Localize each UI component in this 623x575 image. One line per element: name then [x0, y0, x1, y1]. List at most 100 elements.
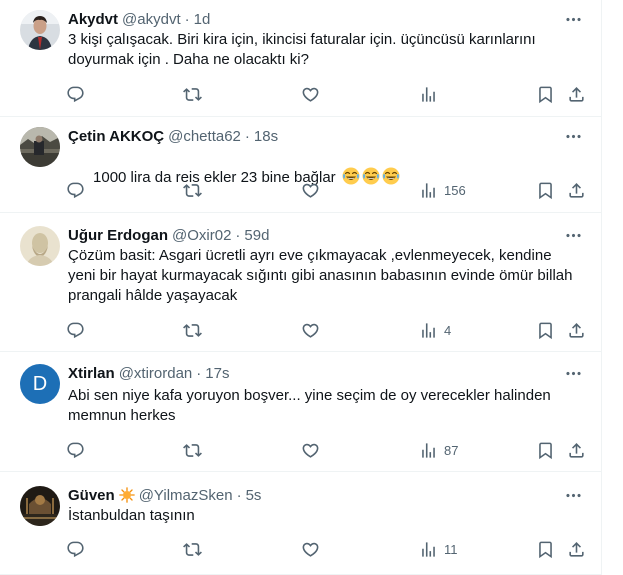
sun-emoji-icon	[119, 487, 135, 503]
tweet-text: Çözüm basit: Asgari ücretli ayrı eve çık…	[68, 247, 573, 304]
author-handle[interactable]: @xtirordan	[119, 365, 193, 382]
analytics-icon	[419, 540, 438, 559]
reply-button[interactable]	[66, 539, 85, 559]
tweet-actions: 11	[66, 539, 588, 559]
more-options-icon[interactable]	[563, 126, 583, 146]
reply-button[interactable]	[66, 440, 85, 460]
more-options-icon[interactable]	[563, 225, 583, 245]
retweet-icon	[183, 321, 202, 340]
reply-icon	[66, 321, 85, 340]
retweet-button[interactable]	[183, 320, 202, 340]
separator-dot: ·	[235, 226, 241, 244]
tweet-card[interactable]: Akydvt @akydvt · 1d 3 kişi çalışacak. Bi…	[0, 0, 601, 117]
reply-icon	[66, 540, 85, 559]
views-count: 11	[444, 541, 458, 557]
bookmark-icon	[536, 85, 555, 104]
share-icon	[567, 321, 586, 340]
bookmark-button[interactable]	[536, 84, 555, 104]
retweet-button[interactable]	[183, 539, 202, 559]
like-button[interactable]	[301, 180, 320, 200]
bookmark-button[interactable]	[536, 539, 555, 559]
heart-icon	[301, 540, 320, 559]
tweet-actions: 156	[66, 180, 588, 200]
retweet-button[interactable]	[183, 180, 202, 200]
author-name[interactable]: Akydvt	[68, 11, 118, 28]
author-name[interactable]: Xtirlan	[68, 365, 115, 382]
analytics-icon	[419, 85, 438, 104]
share-button[interactable]	[567, 84, 586, 104]
more-options-icon[interactable]	[563, 363, 583, 383]
tweet-timestamp[interactable]: 59d	[244, 227, 269, 244]
bookmark-icon	[536, 441, 555, 460]
tweet-header: Uğur Erdogan @Oxir02 · 59d	[68, 225, 269, 245]
tweet-timestamp[interactable]: 5s	[246, 487, 262, 504]
bookmark-button[interactable]	[536, 440, 555, 460]
separator-dot: ·	[236, 486, 242, 504]
author-name[interactable]: Güven	[68, 487, 115, 504]
like-button[interactable]	[301, 84, 320, 104]
views-count: 156	[444, 182, 466, 198]
author-handle[interactable]: @Oxir02	[172, 227, 231, 244]
reply-button[interactable]	[66, 320, 85, 340]
timeline: Akydvt @akydvt · 1d 3 kişi çalışacak. Bi…	[0, 0, 602, 575]
views-button[interactable]: 4	[419, 320, 451, 340]
retweet-button[interactable]	[183, 440, 202, 460]
share-icon	[567, 540, 586, 559]
avatar[interactable]	[20, 10, 60, 50]
tweet-text: Abi sen niye kafa yoruyon boşver... yine…	[68, 387, 551, 424]
tweet-timestamp[interactable]: 1d	[194, 11, 211, 28]
tweet-timestamp[interactable]: 17s	[205, 365, 229, 382]
avatar[interactable]	[20, 226, 60, 266]
retweet-icon	[183, 85, 202, 104]
more-options-icon[interactable]	[563, 9, 583, 29]
share-button[interactable]	[567, 180, 586, 200]
tweet-card[interactable]: Çetin AKKOÇ @chetta62 · 18s 1000 lira da…	[0, 117, 601, 213]
like-button[interactable]	[301, 320, 320, 340]
share-button[interactable]	[567, 440, 586, 460]
heart-icon	[301, 441, 320, 460]
analytics-icon	[419, 441, 438, 460]
tweet-card[interactable]: Güven @YilmazSken · 5s İstanbuldan taşın…	[0, 472, 601, 575]
views-button[interactable]: 87	[419, 440, 458, 460]
bookmark-button[interactable]	[536, 180, 555, 200]
tweet-text: 3 kişi çalışacak. Biri kira için, ikinci…	[68, 31, 536, 68]
author-handle[interactable]: @akydvt	[122, 11, 181, 28]
tweet-header: Çetin AKKOÇ @chetta62 · 18s	[68, 126, 278, 146]
avatar[interactable]	[20, 127, 60, 167]
reply-icon	[66, 181, 85, 200]
views-button[interactable]: 11	[419, 539, 458, 559]
separator-dot: ·	[184, 10, 190, 28]
bookmark-button[interactable]	[536, 320, 555, 340]
avatar[interactable]: D	[20, 364, 60, 404]
separator-dot: ·	[244, 127, 250, 145]
reply-icon	[66, 85, 85, 104]
views-count: 4	[444, 322, 452, 338]
author-handle[interactable]: @chetta62	[168, 128, 241, 145]
author-name[interactable]: Uğur Erdogan	[68, 227, 168, 244]
reply-button[interactable]	[66, 84, 85, 104]
bookmark-icon	[536, 540, 555, 559]
reply-icon	[66, 441, 85, 460]
retweet-button[interactable]	[183, 84, 202, 104]
author-handle[interactable]: @YilmazSken	[139, 487, 233, 504]
like-button[interactable]	[301, 440, 320, 460]
share-icon	[567, 441, 586, 460]
more-options-icon[interactable]	[563, 485, 583, 505]
author-name[interactable]: Çetin AKKOÇ	[68, 128, 164, 145]
share-button[interactable]	[567, 539, 586, 559]
reply-button[interactable]	[66, 180, 85, 200]
tweet-header: Akydvt @akydvt · 1d	[68, 9, 210, 29]
analytics-icon	[419, 321, 438, 340]
avatar[interactable]	[20, 486, 60, 526]
tweet-timestamp[interactable]: 18s	[254, 128, 278, 145]
views-button[interactable]	[419, 84, 444, 104]
tweet-card[interactable]: Uğur Erdogan @Oxir02 · 59d Çözüm basit: …	[0, 213, 601, 352]
views-button[interactable]: 156	[419, 180, 466, 200]
tweet-card[interactable]: D Xtirlan @xtirordan · 17s Abi sen niye …	[0, 352, 601, 472]
share-button[interactable]	[567, 320, 586, 340]
bookmark-icon	[536, 321, 555, 340]
share-icon	[567, 85, 586, 104]
like-button[interactable]	[301, 539, 320, 559]
bookmark-icon	[536, 181, 555, 200]
heart-icon	[301, 181, 320, 200]
